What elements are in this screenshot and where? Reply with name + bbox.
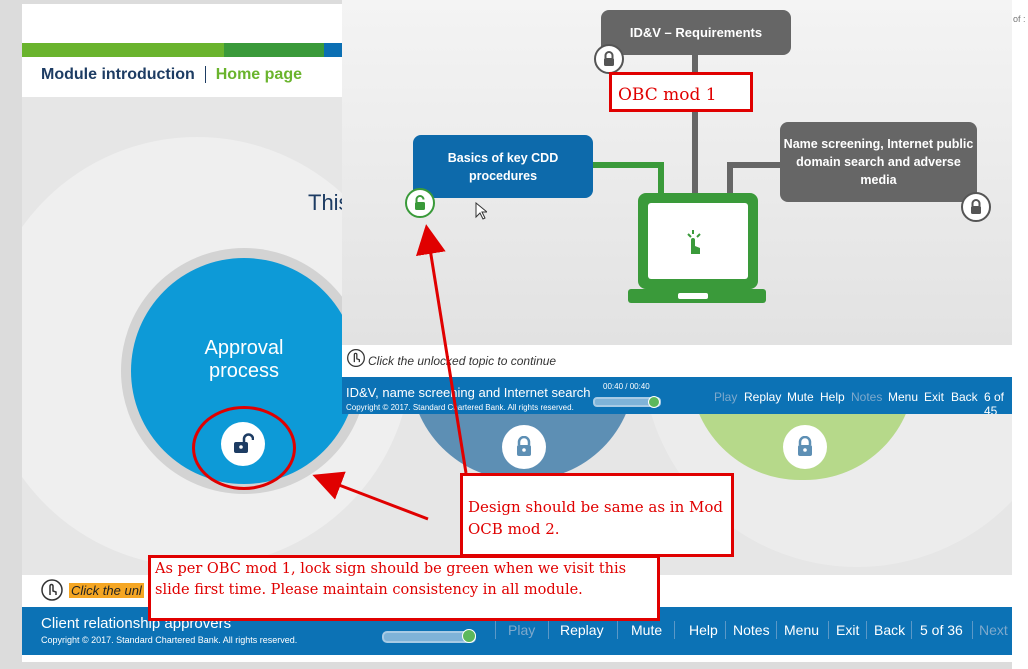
- lock-sign-note: As per OBC mod 1, lock sign should be gr…: [148, 555, 660, 621]
- obc-mod-label: OBC mod 1: [609, 72, 753, 112]
- lock-highlight-circle: [192, 406, 296, 490]
- arrow-to-blue-lock: [312, 471, 429, 521]
- arrow-to-green-lock: [415, 224, 468, 474]
- design-note: Design should be same as in Mod OCB mod …: [460, 473, 734, 557]
